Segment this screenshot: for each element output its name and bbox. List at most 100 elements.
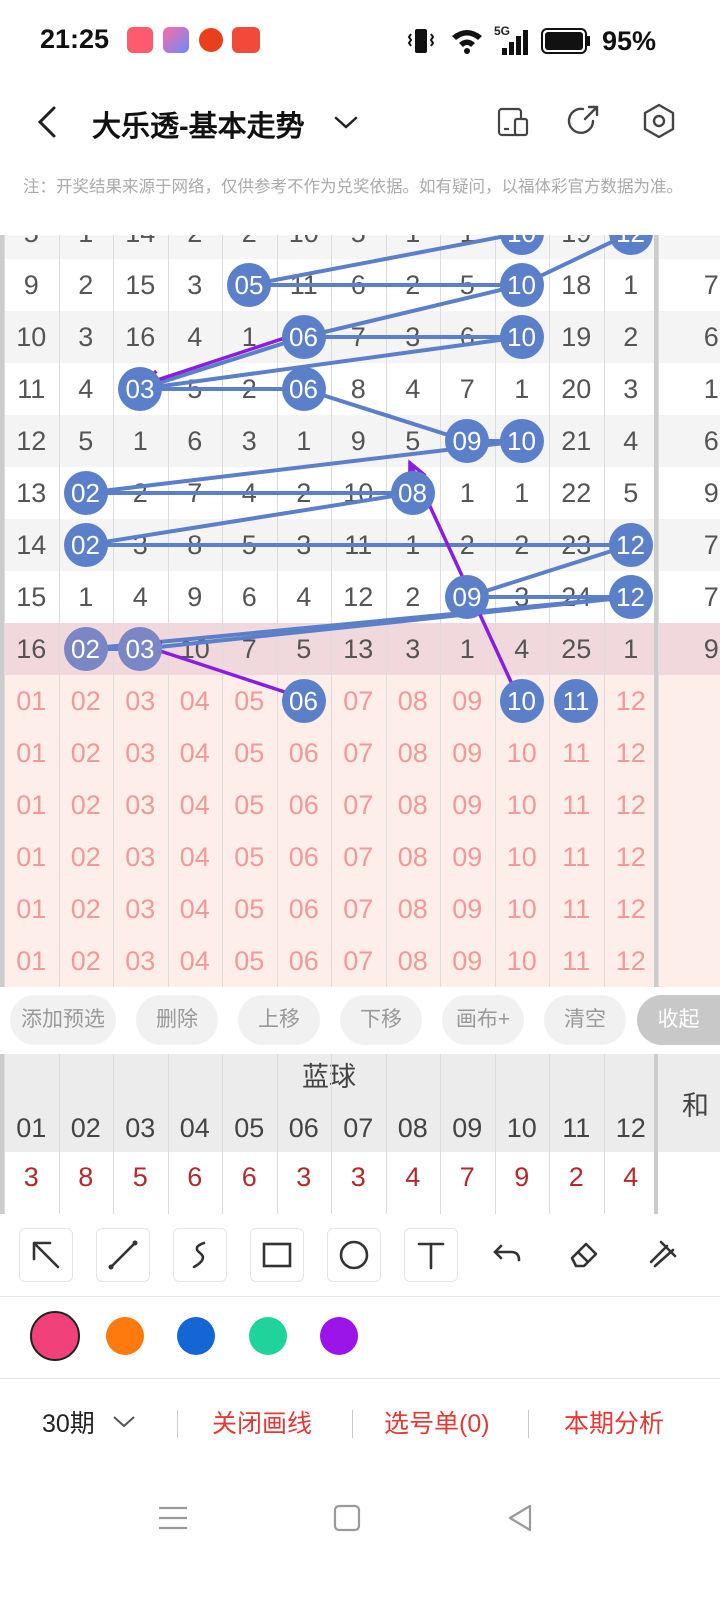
app-notification-icon [232,27,260,53]
blue-ball-count: 6 [187,1162,203,1192]
table-divider [440,1054,441,1214]
drawn-arrow [140,643,302,699]
signal-icon [502,30,528,55]
trend-line [83,491,415,547]
action-bar: 添加预选 删除 上移 下移 画布+ 清空 收起 [0,995,720,1047]
trend-ball: 06 [281,367,326,411]
trend-ball: 12 [608,523,653,567]
status-time: 21:25 [40,24,110,54]
blue-ball-number: 11 [562,1113,591,1143]
trend-ball: 09 [445,575,489,619]
arrow-tool-icon[interactable] [19,1228,73,1282]
blue-ball-count: 3 [296,1162,312,1192]
action-button-2[interactable]: 上移 [238,995,320,1045]
trend-ball: 06 [281,315,326,359]
share-icon[interactable] [563,101,603,141]
trend-ball: 10 [499,419,544,463]
blue-ball-count: 3 [350,1162,366,1192]
blue-ball-count: 3 [23,1162,39,1192]
trend-line [138,335,524,391]
blue-ball-number: 10 [506,1113,537,1143]
period-label: 30期 [42,1410,95,1438]
selected-pick-ball[interactable]: 06 [281,679,326,723]
table-divider [331,1054,332,1214]
action-button-4[interactable]: 画布+ [442,995,524,1045]
rectangle-tool-icon[interactable] [250,1228,304,1282]
blue-ball-number: 02 [70,1113,101,1143]
trend-line [247,235,522,287]
table-divider [222,1054,223,1214]
trend-ball: 10 [499,315,544,359]
text-tool-icon[interactable] [404,1228,458,1282]
trend-ball: 03 [118,367,162,411]
blue-ball-count: 2 [568,1162,584,1192]
table-divider [113,1054,114,1214]
trend-ball: 02 [63,523,108,567]
action-button-3[interactable]: 下移 [340,995,422,1045]
vibrate-icon [407,29,435,53]
trend-grid: 5114221051119921531162518171031641736192… [0,235,720,987]
status-bar: 21:25 5G 95% [0,0,720,80]
blue-ball-count: 4 [405,1162,421,1192]
trend-ball: 12 [608,575,653,619]
color-swatch-1[interactable] [106,1317,144,1355]
blue-ball-number: 03 [125,1113,156,1143]
selected-pick-ball[interactable]: 10 [499,679,544,723]
color-swatch-4[interactable] [320,1317,358,1355]
trend-ball: 09 [445,419,489,463]
blue-ball-number: 08 [397,1113,428,1143]
clear-brush-icon[interactable] [635,1228,687,1280]
back-nav-icon[interactable] [502,1500,538,1536]
table-divider [276,1054,278,1214]
blue-ball-number: 04 [179,1113,210,1143]
trend-ball: 03 [118,627,162,671]
pick-list-button[interactable]: 选号单(0) [384,1404,490,1440]
app-notification-icon [199,28,223,52]
wifi-icon [452,30,482,54]
selected-pick-ball[interactable]: 11 [554,679,598,723]
blue-ball-count: 9 [514,1162,530,1192]
color-swatch-2[interactable] [177,1317,215,1355]
period-select[interactable]: 30期 [42,1404,140,1440]
trend-line [301,387,469,443]
trend-line [138,595,633,651]
period-analysis-button[interactable]: 本期分析 [564,1404,664,1440]
table-divider [167,1054,169,1214]
battery-percent: 95% [601,26,656,56]
screen-layout-icon[interactable] [493,101,533,141]
color-swatch-0[interactable] [30,1311,80,1361]
line-tool-icon[interactable] [96,1228,150,1282]
circle-tool-icon[interactable] [327,1228,381,1282]
blue-ball-count: 4 [623,1162,639,1192]
table-divider [385,1054,387,1214]
trend-ball: 10 [499,263,544,307]
settings-icon[interactable] [639,101,679,141]
blue-ball-number: 05 [234,1113,265,1143]
app-notification-icon [127,27,153,53]
chevron-down-icon[interactable] [332,110,360,134]
trend-line [138,335,306,391]
sum-heading: 和 [682,1091,709,1121]
page-title[interactable]: 大乐透-基本走势 [92,103,305,145]
color-swatch-3[interactable] [249,1317,287,1355]
action-button-5[interactable]: 清空 [544,995,626,1045]
undo-icon[interactable] [481,1228,533,1280]
battery-icon [541,28,590,54]
home-nav-icon[interactable] [329,1500,365,1536]
blue-ball-number: 12 [615,1113,646,1143]
back-icon[interactable] [30,100,70,144]
table-divider [58,1054,60,1214]
table-divider [603,1054,605,1214]
action-button-0[interactable]: 添加预选 [10,995,116,1045]
freehand-tool-icon[interactable] [173,1228,227,1282]
blue-ball-number: 01 [16,1113,47,1143]
action-button-6[interactable]: 收起 [637,995,720,1045]
table-divider [4,1054,5,1214]
menu-nav-icon[interactable] [155,1500,191,1536]
blue-ball-number: 07 [343,1113,374,1143]
action-button-1[interactable]: 删除 [136,995,218,1045]
eraser-icon[interactable] [558,1228,610,1280]
app-notification-icon [163,27,189,53]
table-divider [494,1054,496,1214]
close-drawing-button[interactable]: 关闭画线 [212,1404,312,1440]
